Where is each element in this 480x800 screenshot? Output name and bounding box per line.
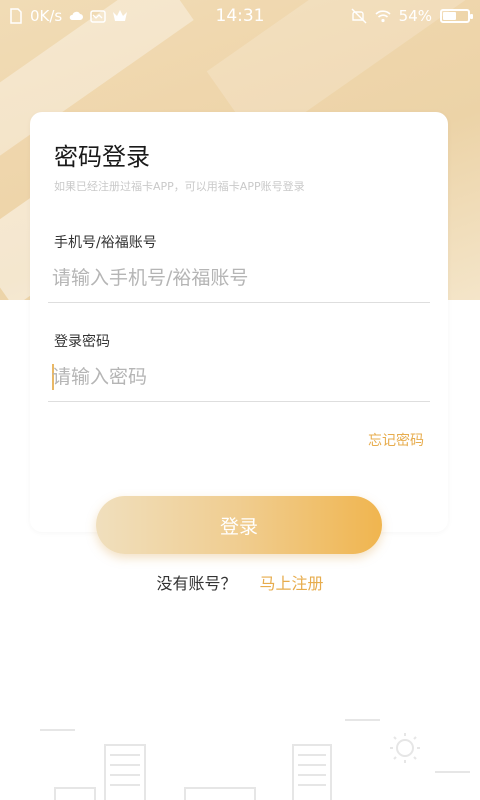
city-illustration <box>40 719 470 800</box>
forgot-password-link[interactable]: 忘记密码 <box>368 430 424 450</box>
register-link[interactable]: 马上注册 <box>260 574 324 593</box>
password-input[interactable] <box>52 361 428 393</box>
login-card: 密码登录 如果已经注册过福卡APP，可以用福卡APP账号登录 手机号/裕福账号 … <box>30 112 448 532</box>
password-label: 登录密码 <box>54 334 110 350</box>
password-underline <box>48 401 430 402</box>
battery-percent: 54% <box>398 7 432 25</box>
battery-fill <box>443 12 456 20</box>
login-hint: 如果已经注册过福卡APP，可以用福卡APP账号登录 <box>54 180 305 193</box>
page-title: 密码登录 <box>54 143 150 171</box>
wifi-icon <box>375 10 391 23</box>
battery-icon <box>440 9 473 23</box>
mute-icon <box>351 8 367 24</box>
phone-input[interactable] <box>52 262 428 294</box>
login-button[interactable]: 登录 <box>96 496 382 554</box>
no-account-text: 没有账号？ <box>156 574 237 593</box>
status-bar: 0K/s 14:31 54% <box>0 0 480 32</box>
phone-label: 手机号/裕福账号 <box>54 235 157 251</box>
register-row: 没有账号？ 马上注册 <box>0 570 480 594</box>
phone-underline <box>48 302 430 303</box>
